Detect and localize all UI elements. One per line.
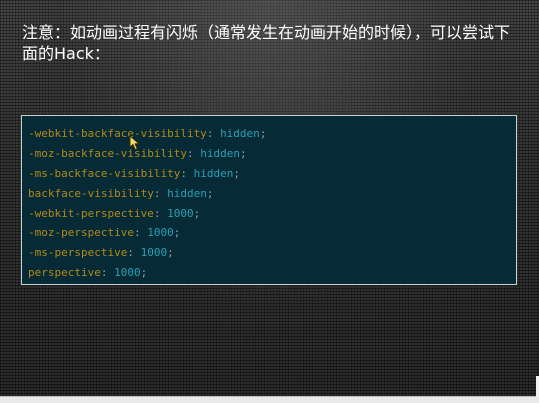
- separator: :: [180, 166, 194, 180]
- code-line: -moz-perspective: 1000;: [28, 223, 510, 243]
- separator: :: [153, 206, 168, 220]
- css-value: hidden: [167, 186, 207, 200]
- code-line: -ms-perspective: 1000;: [28, 243, 510, 263]
- css-property: -moz-perspective: [28, 226, 134, 240]
- terminator: ;: [259, 127, 267, 140]
- css-property: -moz-backface-visibility: [28, 146, 187, 160]
- separator: :: [100, 266, 115, 280]
- code-line: perspective: 1000;: [28, 263, 510, 283]
- css-value: 1000: [140, 246, 168, 260]
- separator: :: [127, 246, 141, 260]
- css-value: hidden: [200, 146, 240, 160]
- css-property: -ms-perspective: [28, 246, 128, 260]
- terminator: ;: [140, 266, 148, 280]
- code-line: backface-visibility: hidden;: [28, 184, 510, 204]
- css-value: 1000: [147, 226, 174, 240]
- css-value: hidden: [193, 166, 234, 180]
- css-value: 1000: [114, 266, 141, 280]
- code-line: -webkit-perspective: 1000;: [28, 204, 510, 224]
- code-block: -webkit-backface-visibility: hidden; -mo…: [21, 115, 517, 285]
- terminator: ;: [193, 206, 201, 220]
- separator: :: [186, 146, 201, 160]
- separator: :: [133, 226, 148, 240]
- terminator: ;: [206, 186, 214, 200]
- separator: :: [153, 186, 168, 200]
- terminator: ;: [239, 146, 247, 160]
- code-line: -ms-backface-visibility: hidden;: [28, 164, 510, 184]
- slide-title: 注意：如动画过程有闪烁（通常发生在动画开始的时候），可以尝试下面的Hack：: [22, 23, 511, 63]
- css-property: -ms-backface-visibility: [28, 166, 181, 180]
- terminator: ;: [173, 226, 181, 240]
- code-line: -webkit-backface-visibility: hidden;: [28, 124, 510, 144]
- css-property: -webkit-backface-visibility: [28, 127, 207, 140]
- css-property: -webkit-perspective: [28, 206, 154, 220]
- css-value: 1000: [167, 206, 194, 220]
- separator: :: [206, 127, 221, 140]
- css-property: perspective: [28, 266, 101, 280]
- bottom-edge: [0, 396, 539, 403]
- css-value: hidden: [220, 127, 260, 140]
- css-property: backface-visibility: [28, 186, 154, 200]
- code-line: -moz-backface-visibility: hidden;: [28, 144, 510, 164]
- terminator: ;: [233, 166, 240, 180]
- terminator: ;: [167, 246, 174, 260]
- mouse-pointer-icon: [129, 135, 143, 151]
